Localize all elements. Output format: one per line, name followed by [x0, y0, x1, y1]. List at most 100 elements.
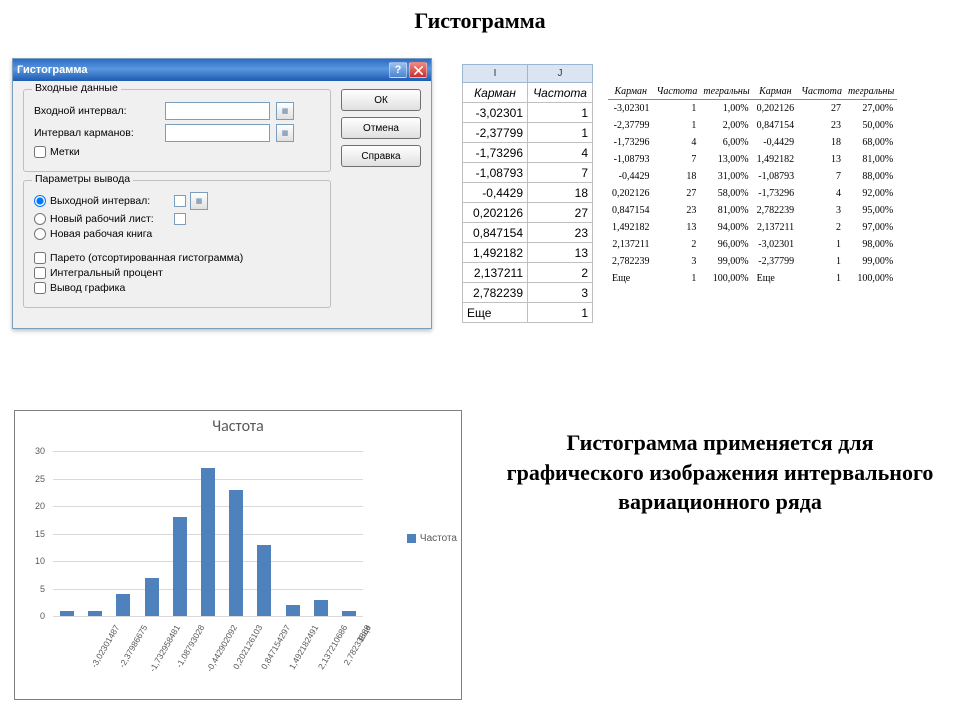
w-i2: 50,00%	[845, 117, 897, 134]
w-b2: 2,137211	[753, 219, 799, 236]
new-sheet-radio[interactable]	[34, 213, 46, 225]
new-book-radio[interactable]	[34, 228, 46, 240]
w-i2: 88,00%	[845, 168, 897, 185]
w-b2: 2,782239	[753, 202, 799, 219]
cell-freq[interactable]: 1	[528, 123, 593, 143]
help-icon[interactable]: ?	[389, 62, 407, 78]
w-i1: 58,00%	[700, 185, 752, 202]
w-i2: 68,00%	[845, 134, 897, 151]
integral-label: Интегральный процент	[50, 267, 163, 279]
w-i2: 100,00%	[845, 270, 897, 287]
w-f1: 23	[654, 202, 701, 219]
w-i2: 81,00%	[845, 151, 897, 168]
bar	[201, 468, 215, 617]
legend-label: Частота	[420, 533, 457, 544]
new-sheet-field[interactable]	[174, 213, 186, 225]
chart-out-label: Вывод графика	[50, 282, 125, 294]
w-hdr-freq2: Частота	[798, 84, 845, 100]
w-f2: 1	[798, 253, 845, 270]
cell-bin[interactable]: 1,492182	[463, 243, 528, 263]
w-i2: 92,00%	[845, 185, 897, 202]
group-input-legend: Входные данные	[32, 82, 121, 94]
bin-range-field[interactable]	[165, 124, 270, 142]
bar	[116, 594, 130, 616]
w-i1: 1,00%	[700, 100, 752, 117]
cell-freq[interactable]: 27	[528, 203, 593, 223]
cell-freq[interactable]: 4	[528, 143, 593, 163]
cell-bin[interactable]: 2,137211	[463, 263, 528, 283]
range-picker-icon[interactable]: ▦	[276, 102, 294, 120]
cell-freq[interactable]: 3	[528, 283, 593, 303]
cell-bin[interactable]: -1,08793	[463, 163, 528, 183]
cell-bin[interactable]: Еще	[463, 303, 528, 323]
group-output-legend: Параметры вывода	[32, 173, 133, 185]
input-range-field[interactable]	[165, 102, 270, 120]
new-sheet-label: Новый рабочий лист:	[50, 213, 170, 225]
w-b1: -2,37799	[608, 117, 654, 134]
pareto-checkbox[interactable]	[34, 252, 46, 264]
w-f1: 4	[654, 134, 701, 151]
integral-table: Карман Частота тегральны Карман Частота …	[608, 84, 897, 287]
cell-bin[interactable]: 2,782239	[463, 283, 528, 303]
cell-freq[interactable]: 13	[528, 243, 593, 263]
w-b2: -1,08793	[753, 168, 799, 185]
w-i2: 99,00%	[845, 253, 897, 270]
w-b1: -1,08793	[608, 151, 654, 168]
cell-freq[interactable]: 23	[528, 223, 593, 243]
w-f2: 18	[798, 134, 845, 151]
histogram-chart: Частота 051015202530 -3,02301487-2,37986…	[14, 410, 462, 700]
integral-checkbox[interactable]	[34, 267, 46, 279]
w-i1: 81,00%	[700, 202, 752, 219]
w-f1: 18	[654, 168, 701, 185]
range-picker-icon[interactable]: ▦	[276, 124, 294, 142]
group-output: Параметры вывода Выходной интервал: ▦ Но…	[23, 180, 331, 308]
col-I[interactable]: I	[463, 65, 528, 83]
chart-title: Частота	[15, 417, 461, 436]
cell-freq[interactable]: 7	[528, 163, 593, 183]
cell-bin[interactable]: 0,847154	[463, 223, 528, 243]
cancel-button[interactable]: Отмена	[341, 117, 421, 139]
chart-out-checkbox[interactable]	[34, 282, 46, 294]
w-b1: 2,137211	[608, 236, 654, 253]
x-tick-label: Еще	[356, 623, 373, 643]
cell-bin[interactable]: -3,02301	[463, 103, 528, 123]
w-b1: -3,02301	[608, 100, 654, 117]
w-b1: -0,4429	[608, 168, 654, 185]
w-f2: 1	[798, 236, 845, 253]
cell-freq[interactable]: 18	[528, 183, 593, 203]
dialog-titlebar[interactable]: Гистограмма ?	[13, 59, 431, 81]
w-f1: 2	[654, 236, 701, 253]
out-range-field[interactable]	[174, 195, 186, 207]
cell-freq[interactable]: 1	[528, 303, 593, 323]
w-f1: 27	[654, 185, 701, 202]
w-f1: 1	[654, 100, 701, 117]
help-button[interactable]: Справка	[341, 145, 421, 167]
col-J[interactable]: J	[528, 65, 593, 83]
close-icon[interactable]	[409, 62, 427, 78]
w-b1: -1,73296	[608, 134, 654, 151]
chart-legend: Частота	[407, 533, 457, 544]
label-bin-range: Интервал карманов:	[34, 127, 159, 139]
w-f1: 1	[654, 270, 701, 287]
cell-bin[interactable]: -1,73296	[463, 143, 528, 163]
bar	[88, 611, 102, 617]
ok-button[interactable]: ОК	[341, 89, 421, 111]
w-b2: -0,4429	[753, 134, 799, 151]
w-f2: 7	[798, 168, 845, 185]
w-i2: 97,00%	[845, 219, 897, 236]
plot-area: 051015202530	[53, 451, 363, 616]
cell-freq[interactable]: 1	[528, 103, 593, 123]
out-range-radio[interactable]	[34, 195, 46, 207]
w-b1: 0,847154	[608, 202, 654, 219]
w-i1: 6,00%	[700, 134, 752, 151]
cell-bin[interactable]: -2,37799	[463, 123, 528, 143]
w-i1: 13,00%	[700, 151, 752, 168]
cell-bin[interactable]: 0,202126	[463, 203, 528, 223]
cell-freq[interactable]: 2	[528, 263, 593, 283]
w-b2: -2,37799	[753, 253, 799, 270]
cell-bin[interactable]: -0,4429	[463, 183, 528, 203]
out-range-label: Выходной интервал:	[50, 195, 170, 207]
range-picker-icon[interactable]: ▦	[190, 192, 208, 210]
labels-checkbox[interactable]	[34, 146, 46, 158]
histogram-dialog: Гистограмма ? Входные данные Входной инт…	[12, 58, 432, 329]
